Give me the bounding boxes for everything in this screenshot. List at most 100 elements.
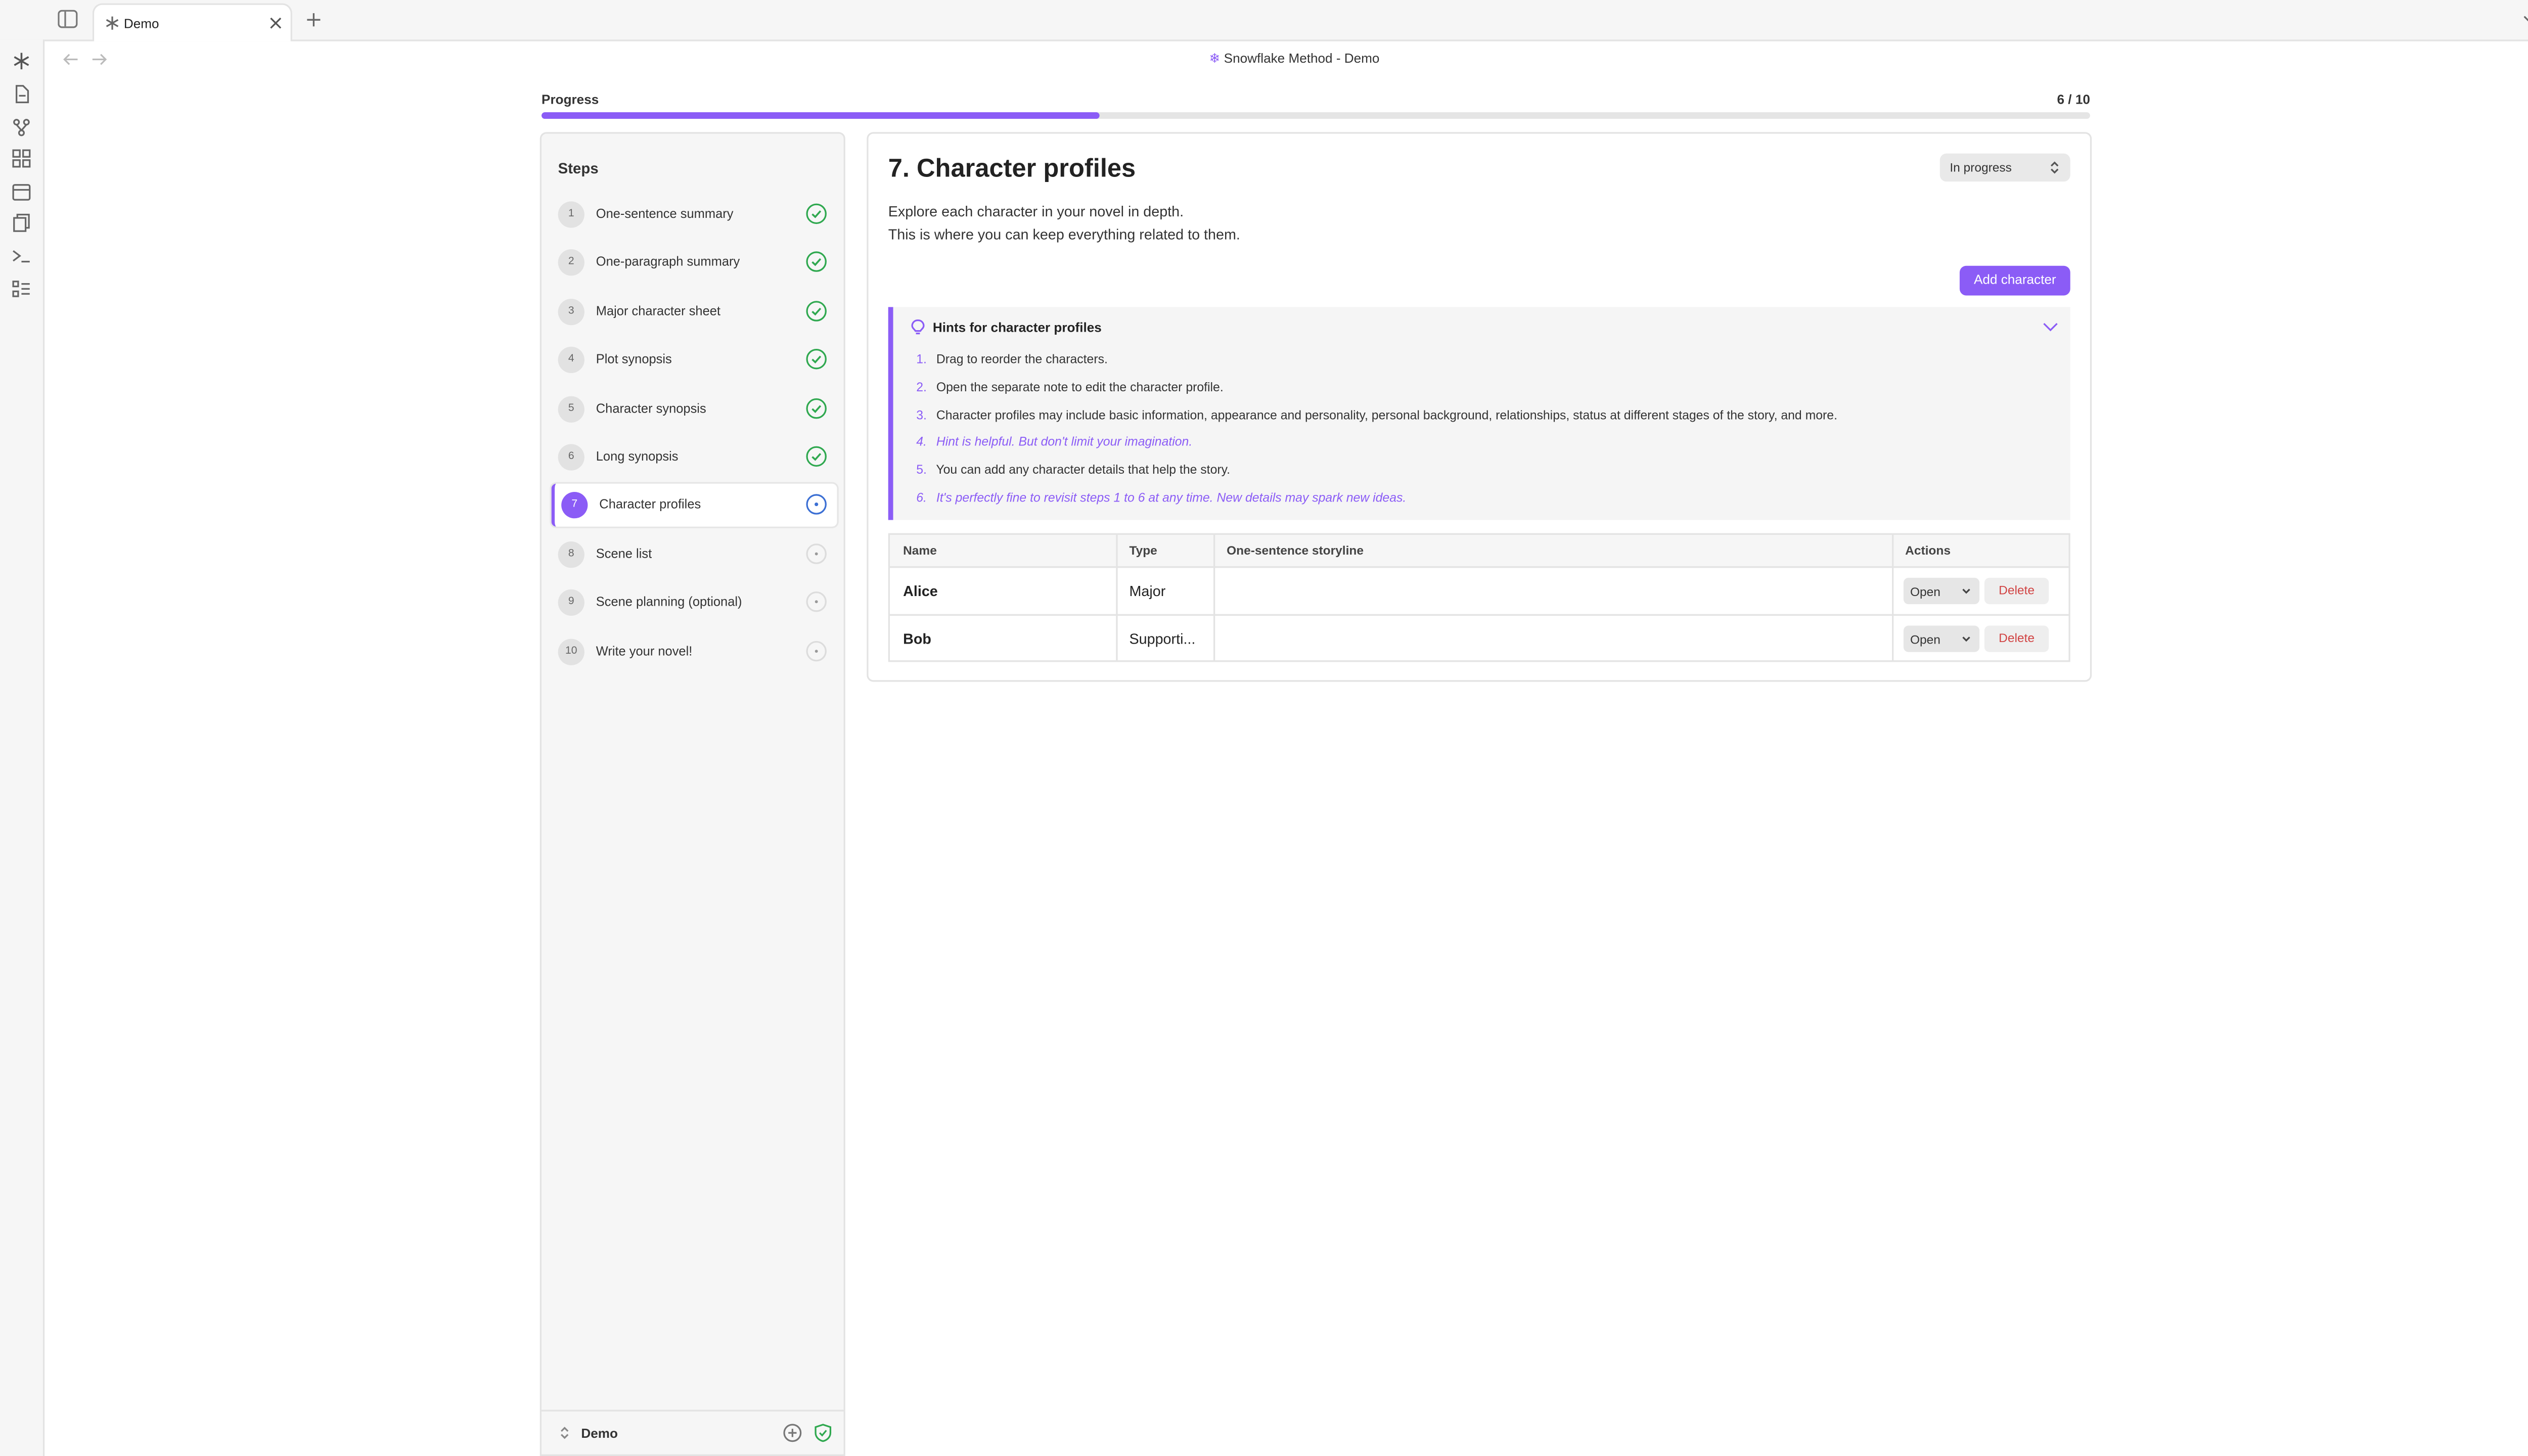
chevron-down-icon (1961, 586, 1971, 596)
vault-switcher-icon[interactable] (558, 1425, 571, 1441)
column-divider (1892, 534, 1894, 661)
status-select-value: In progress (1950, 160, 2012, 175)
delete-button[interactable]: Delete (1984, 577, 2049, 605)
step-number: 1 (558, 201, 584, 228)
open-button-label: Open (1910, 632, 1940, 647)
description-line-2: This is where you can keep everything re… (888, 226, 1240, 243)
step-item-7[interactable]: 7 Character profiles (551, 484, 837, 527)
new-tab-icon[interactable] (304, 10, 324, 30)
hint-item: 3. Character profiles may include basic … (916, 407, 1837, 422)
steps-footer: Demo (541, 1409, 844, 1454)
cell-name[interactable]: Alice (903, 583, 1109, 600)
tab-demo[interactable]: Demo (92, 3, 292, 41)
vault-name[interactable]: Demo (581, 1426, 618, 1441)
hint-text: Open the separate note to edit the chara… (936, 379, 1224, 394)
progress-label: Progress (541, 92, 599, 108)
pending-circle-icon (805, 543, 827, 564)
step-label: Major character sheet (596, 303, 720, 318)
step-number: 2 (558, 250, 584, 277)
hint-text: It's perfectly fine to revisit steps 1 t… (936, 490, 1407, 506)
help-icon[interactable] (783, 1423, 802, 1443)
shield-check-icon[interactable] (814, 1423, 832, 1443)
column-divider (1213, 534, 1215, 661)
step-number: 8 (558, 541, 584, 568)
step-item-10[interactable]: 10 Write your novel! (552, 630, 837, 673)
cell-type[interactable]: Supporti... (1129, 630, 1208, 647)
delete-button[interactable]: Delete (1984, 625, 2049, 652)
step-item-1[interactable]: 1 One-sentence summary (552, 193, 837, 236)
in-progress-circle-icon (805, 494, 827, 516)
terminal-icon[interactable] (12, 246, 31, 266)
check-circle-icon (805, 300, 827, 322)
snowflake-icon: ❄ (1209, 51, 1221, 66)
sidebar-toggle-icon[interactable] (58, 10, 78, 28)
description-line-1: Explore each character in your novel in … (888, 203, 1184, 220)
grid-icon[interactable] (12, 149, 31, 168)
column-header-type: Type (1116, 534, 1213, 568)
open-button[interactable]: Open (1903, 625, 1980, 652)
collapse-chevron-icon[interactable] (2042, 320, 2059, 333)
step-item-2[interactable]: 2 One-paragraph summary (552, 242, 837, 285)
hint-text: Hint is helpful. But don't limit your im… (936, 435, 1193, 450)
copy-icon[interactable] (12, 213, 31, 233)
open-button-label: Open (1910, 584, 1940, 600)
step-label: Write your novel! (596, 643, 693, 658)
graph-icon[interactable] (12, 117, 31, 137)
cell-type[interactable]: Major (1129, 583, 1208, 600)
status-select[interactable]: In progress (1939, 153, 2070, 182)
tab-list-chevron-icon[interactable] (2522, 13, 2528, 26)
lightbulb-icon (910, 318, 926, 337)
cell-name[interactable]: Bob (903, 630, 1109, 647)
hint-number: 4. (916, 435, 927, 450)
hints-title: Hints for character profiles (932, 320, 1102, 335)
step-label: Character profiles (599, 497, 701, 513)
step-item-5[interactable]: 5 Character synopsis (552, 387, 837, 430)
column-header-name: Name (889, 534, 1116, 568)
step-number: 3 (558, 298, 584, 325)
pending-circle-icon (805, 640, 827, 661)
close-tab-icon[interactable] (267, 15, 284, 31)
add-character-button[interactable]: Add character (1959, 265, 2070, 296)
step-label: Character synopsis (596, 400, 706, 416)
hint-text: Character profiles may include basic inf… (936, 407, 1838, 422)
row-divider (889, 614, 2069, 616)
tab-bar: Demo (0, 0, 2528, 41)
check-circle-icon (805, 397, 827, 419)
step-label: Scene list (596, 546, 652, 561)
hints-callout: Hints for character profiles 1. Drag to … (888, 307, 2070, 520)
hint-number: 2. (916, 379, 927, 394)
step-card: 7. Character profiles In progress Explor… (867, 132, 2092, 682)
step-number: 7 (561, 492, 588, 519)
file-icon[interactable] (12, 84, 31, 104)
step-item-6[interactable]: 6 Long synopsis (552, 436, 837, 479)
column-header-actions: Actions (1892, 534, 2069, 568)
progress-bar (541, 112, 2090, 119)
check-circle-icon (805, 349, 827, 370)
progress-count: 6 / 10 (2057, 92, 2090, 108)
step-number: 4 (558, 347, 584, 374)
hint-number: 5. (916, 462, 927, 478)
hint-number: 3. (916, 407, 927, 422)
step-label: Plot synopsis (596, 352, 672, 367)
check-circle-icon (805, 446, 827, 467)
view-title: ❄ Snowflake Method - Demo (0, 51, 2528, 66)
step-item-8[interactable]: 8 Scene list (552, 533, 837, 576)
steps-panel: Steps 1 One-sentence summary 2 One-paragrap… (539, 132, 845, 1456)
step-number: 10 (558, 638, 584, 665)
hint-item: 2. Open the separate note to edit the ch… (916, 379, 1224, 394)
open-button[interactable]: Open (1903, 577, 1980, 605)
hint-number: 1. (916, 351, 927, 367)
tab-title: Demo (123, 16, 159, 32)
list-icon[interactable] (12, 279, 31, 299)
step-number: 6 (558, 444, 584, 471)
steps-title: Steps (558, 160, 599, 177)
step-label: Long synopsis (596, 449, 679, 464)
calendar-icon[interactable] (12, 181, 31, 201)
step-label: One-sentence summary (596, 206, 734, 221)
step-item-3[interactable]: 3 Major character sheet (552, 290, 837, 333)
hint-item: 6. It's perfectly fine to revisit steps … (916, 490, 1406, 505)
step-item-9[interactable]: 9 Scene planning (optional) (552, 581, 837, 624)
hint-text: Drag to reorder the characters. (936, 351, 1108, 367)
step-item-4[interactable]: 4 Plot synopsis (552, 339, 837, 382)
hint-item: 4. Hint is helpful. But don't limit your… (916, 435, 1192, 449)
